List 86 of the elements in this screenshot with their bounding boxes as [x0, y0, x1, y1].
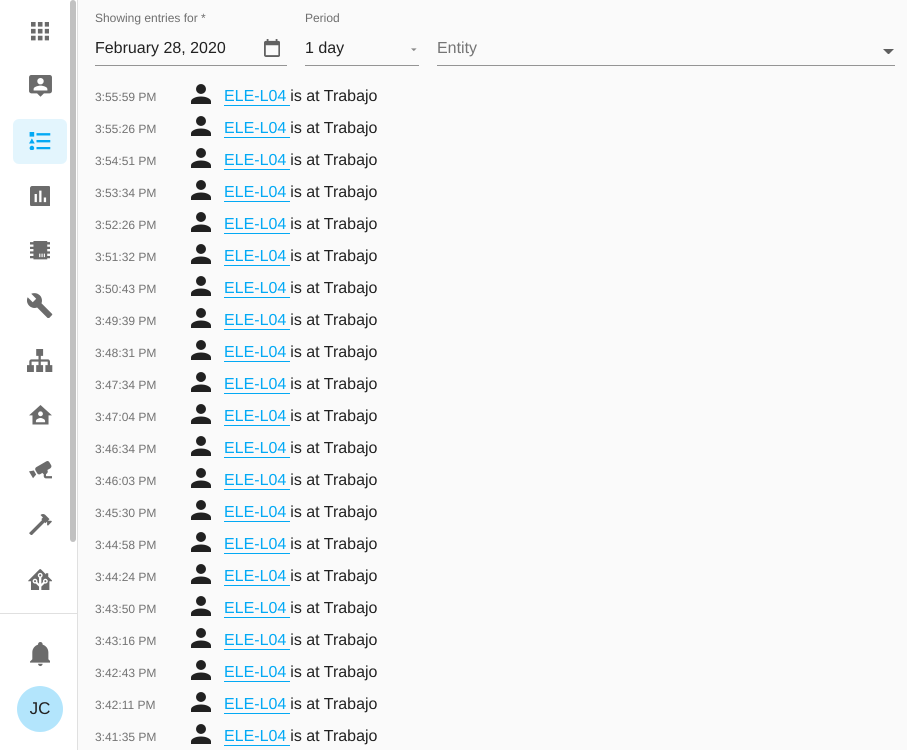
date-field[interactable]: February 28, 2020 — [95, 37, 264, 61]
entity-field[interactable]: Entity — [437, 37, 883, 61]
person-icon — [191, 404, 211, 424]
log-message: is at Trabajo — [290, 727, 378, 747]
log-message: is at Trabajo — [290, 503, 378, 523]
person-icon — [191, 116, 211, 136]
entry-time: 3:43:16 PM — [95, 633, 158, 650]
house-circuit-icon — [28, 568, 52, 590]
person-icon — [191, 340, 211, 360]
caret-icon[interactable] — [411, 46, 417, 52]
person-icon — [191, 372, 211, 392]
entry-time: 3:52:26 PM — [95, 217, 158, 234]
person-icon — [191, 564, 211, 584]
entry-time: 3:44:58 PM — [95, 537, 158, 554]
log-message: is at Trabajo — [290, 663, 378, 683]
hammer-icon — [28, 514, 52, 536]
person-pin-icon — [28, 75, 52, 98]
person-icon — [191, 468, 211, 488]
person-icon — [191, 500, 211, 520]
log-message: is at Trabajo — [290, 311, 378, 331]
log-message: is at Trabajo — [290, 151, 378, 171]
person-icon — [191, 276, 211, 296]
entry-time: 3:49:39 PM — [95, 313, 158, 330]
person-icon — [191, 532, 211, 552]
log-message: is at Trabajo — [290, 631, 378, 651]
log-message: is at Trabajo — [290, 599, 378, 619]
grid-icon — [30, 22, 50, 41]
entry-time: 3:50:43 PM — [95, 281, 158, 298]
entry-time: 3:43:50 PM — [95, 601, 158, 618]
field-label: Period — [305, 10, 341, 26]
bell-icon[interactable] — [30, 642, 50, 667]
log-message: is at Trabajo — [290, 279, 378, 299]
person-icon — [191, 724, 211, 744]
person-icon — [191, 308, 211, 328]
log-message: is at Trabajo — [290, 215, 378, 235]
entry-time: 3:44:24 PM — [95, 569, 158, 586]
log-message: is at Trabajo — [290, 183, 378, 203]
log-message: is at Trabajo — [290, 375, 378, 395]
entry-time: 3:42:43 PM — [95, 665, 158, 682]
chip-icon — [30, 241, 50, 260]
wrench-icon — [27, 292, 53, 318]
scrollbar-thumb[interactable] — [70, 0, 76, 542]
person-icon — [191, 180, 211, 200]
list-icon — [29, 132, 51, 150]
log-message: is at Trabajo — [290, 695, 378, 715]
entry-time: 3:48:31 PM — [95, 345, 158, 362]
entry-time: 3:53:34 PM — [95, 185, 158, 202]
entry-time: 3:51:32 PM — [95, 249, 158, 266]
entry-time: 3:45:30 PM — [95, 505, 158, 522]
house-person-icon — [28, 405, 52, 425]
log-message: is at Trabajo — [290, 439, 378, 459]
entry-time: 3:47:04 PM — [95, 409, 158, 426]
log-message: is at Trabajo — [290, 567, 378, 587]
person-icon — [191, 148, 211, 168]
nav-item[interactable] — [13, 118, 67, 164]
person-icon — [191, 628, 211, 648]
sitemap-icon — [27, 348, 53, 372]
log-message: is at Trabajo — [290, 247, 378, 267]
log-message: is at Trabajo — [290, 343, 378, 363]
security-camera-icon — [28, 461, 52, 479]
log-message: is at Trabajo — [290, 87, 378, 107]
person-icon — [191, 244, 211, 264]
log-message: is at Trabajo — [290, 471, 378, 491]
user-avatar[interactable]: JC — [17, 686, 63, 732]
person-icon — [191, 596, 211, 616]
entry-time: 3:46:03 PM — [95, 473, 158, 490]
person-icon — [191, 660, 211, 680]
entry-time: 3:42:11 PM — [95, 697, 156, 714]
person-icon — [191, 692, 211, 712]
calendar-icon[interactable] — [264, 37, 280, 59]
period-dropdown[interactable]: 1 day — [305, 37, 412, 61]
field-label: Showing entries for * — [95, 10, 207, 26]
entry-time: 3:55:26 PM — [95, 121, 158, 138]
caret-icon[interactable] — [883, 48, 894, 54]
entry-time: 3:55:59 PM — [95, 89, 158, 106]
person-icon — [191, 84, 211, 104]
entry-time: 3:47:34 PM — [95, 377, 158, 394]
log-message: is at Trabajo — [290, 535, 378, 555]
bar-chart-icon — [30, 186, 50, 206]
log-message: is at Trabajo — [290, 119, 378, 139]
entry-time: 3:46:34 PM — [95, 441, 158, 458]
entry-time: 3:41:35 PM — [95, 729, 158, 746]
person-icon — [191, 436, 211, 456]
entry-time: 3:54:51 PM — [95, 153, 158, 170]
person-icon — [191, 212, 211, 232]
log-message: is at Trabajo — [290, 407, 378, 427]
